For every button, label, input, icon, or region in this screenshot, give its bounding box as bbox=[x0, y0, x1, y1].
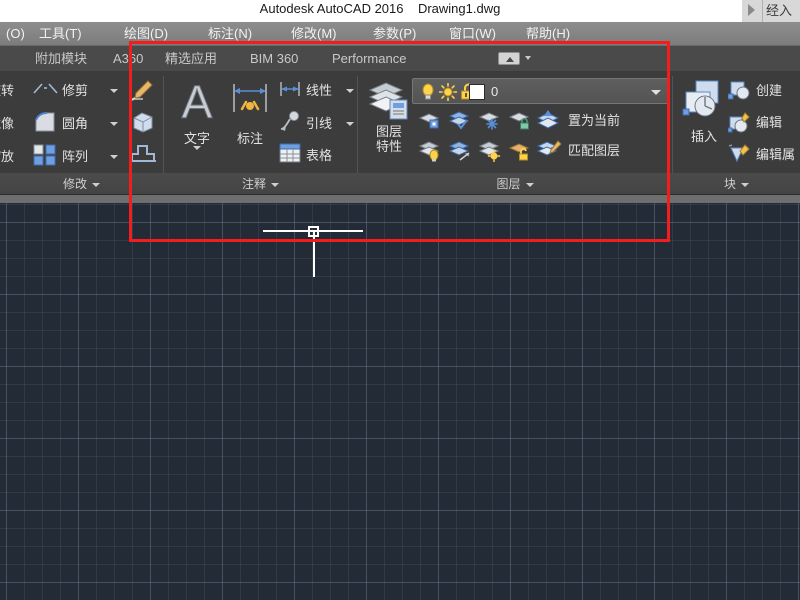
array-icon[interactable] bbox=[32, 143, 58, 167]
trim-icon[interactable] bbox=[32, 80, 58, 98]
leader-label[interactable]: 引线 bbox=[306, 113, 332, 132]
trim-label[interactable]: 修剪 bbox=[62, 80, 88, 99]
layer-color-swatch bbox=[469, 84, 485, 100]
panel-title-annotation[interactable]: 注释 bbox=[164, 173, 357, 195]
crosshair-pickbox bbox=[308, 226, 319, 237]
panel-title-block-label: 块 bbox=[723, 177, 736, 191]
match-layer-label[interactable]: 匹配图层 bbox=[568, 140, 620, 159]
chevron-down-icon[interactable] bbox=[271, 182, 279, 187]
stretch-icon[interactable] bbox=[130, 142, 156, 164]
divider bbox=[762, 0, 763, 22]
array-label[interactable]: 阵列 bbox=[62, 146, 88, 165]
fillet-icon[interactable] bbox=[32, 110, 58, 134]
edit-attribute-icon[interactable] bbox=[728, 144, 752, 166]
panel-title-layers-label: 图层 bbox=[496, 177, 521, 191]
dimension-button-label: 标注 bbox=[236, 131, 263, 146]
tab-performance[interactable]: Performance bbox=[325, 46, 413, 72]
layer-unlock-icon[interactable] bbox=[508, 140, 532, 162]
drawing-canvas[interactable] bbox=[0, 203, 800, 600]
chevron-down-icon[interactable] bbox=[92, 182, 100, 187]
insert-block-button[interactable]: 插入 bbox=[678, 78, 730, 145]
panel-title-annotation-label: 注释 bbox=[241, 177, 266, 191]
menu-item-help[interactable]: 帮助(H) bbox=[520, 22, 576, 46]
menu-item-o[interactable]: (O) bbox=[0, 22, 31, 46]
linear-dim-label[interactable]: 线性 bbox=[306, 80, 332, 99]
set-current-layer-icon[interactable] bbox=[536, 108, 562, 130]
leader-icon[interactable] bbox=[278, 110, 302, 132]
layer-isolate-icon[interactable] bbox=[418, 110, 442, 130]
autocad-window: Autodesk AutoCAD 2016 Drawing1.dwg 经入 (O… bbox=[0, 0, 800, 600]
menu-item-draw[interactable]: 绘图(D) bbox=[118, 22, 174, 46]
match-layer-icon[interactable] bbox=[536, 138, 562, 160]
array-dropdown-icon[interactable] bbox=[110, 155, 118, 159]
title-bar-right-group: 经入 bbox=[742, 0, 800, 22]
lightbulb-icon bbox=[422, 83, 434, 100]
tab-bim360[interactable]: BIM 360 bbox=[243, 46, 305, 72]
layer-lock-icon[interactable] bbox=[508, 110, 532, 130]
table-label[interactable]: 表格 bbox=[306, 145, 332, 164]
erase-block-icon[interactable] bbox=[130, 110, 156, 134]
chevron-down-icon[interactable] bbox=[741, 182, 749, 187]
linear-dim-dropdown-icon[interactable] bbox=[346, 89, 354, 93]
title-bar: Autodesk AutoCAD 2016 Drawing1.dwg 经入 bbox=[0, 0, 800, 22]
fillet-dropdown-icon[interactable] bbox=[110, 122, 118, 126]
edit-block-label[interactable]: 编辑 bbox=[756, 112, 782, 131]
sun-icon bbox=[439, 83, 457, 101]
modify-rotate-label[interactable]: 旋转 bbox=[0, 80, 14, 99]
leader-dropdown-icon[interactable] bbox=[346, 122, 354, 126]
insert-block-label: 插入 bbox=[690, 129, 717, 144]
ribbon-bottom-edge bbox=[0, 195, 800, 203]
chevron-down-icon[interactable] bbox=[525, 182, 534, 187]
layer-turn-on-icon[interactable] bbox=[448, 140, 472, 162]
tab-featured-apps[interactable]: 精选应用 bbox=[158, 46, 224, 72]
panel-title-block[interactable]: 块 bbox=[673, 173, 800, 195]
fillet-label[interactable]: 圆角 bbox=[62, 113, 88, 132]
layer-combo-box[interactable]: 0 bbox=[412, 78, 670, 104]
trim-dropdown-icon[interactable] bbox=[110, 89, 118, 93]
menu-item-parametric[interactable]: 参数(P) bbox=[367, 22, 422, 46]
tab-a360[interactable]: A360 bbox=[106, 46, 150, 72]
text-dropdown-icon[interactable] bbox=[193, 146, 201, 150]
panel-title-modify[interactable]: 修改 bbox=[0, 173, 163, 195]
dimension-button[interactable]: 标注 bbox=[228, 78, 272, 147]
svg-text:A: A bbox=[182, 78, 213, 126]
window-title: Autodesk AutoCAD 2016 Drawing1.dwg bbox=[259, 1, 501, 16]
chevron-down-icon[interactable] bbox=[651, 90, 661, 95]
layer-properties-label: 图层 特性 bbox=[375, 124, 402, 154]
layer-thaw-icon[interactable] bbox=[478, 140, 502, 162]
text-button-label: 文字 bbox=[183, 131, 210, 146]
layer-name: 0 bbox=[491, 84, 499, 99]
table-icon[interactable] bbox=[278, 142, 302, 164]
linear-dim-icon[interactable] bbox=[278, 80, 302, 98]
modify-mirror-label[interactable]: 镜像 bbox=[0, 113, 14, 132]
edit-block-icon[interactable] bbox=[728, 112, 752, 134]
menu-item-modify[interactable]: 修改(M) bbox=[285, 22, 343, 46]
menu-item-window[interactable]: 窗口(W) bbox=[443, 22, 502, 46]
title-bar-right-label[interactable]: 经入 bbox=[766, 0, 800, 22]
create-block-icon[interactable] bbox=[728, 80, 752, 102]
modify-scale-label[interactable]: 缩放 bbox=[0, 146, 14, 165]
ribbon-tab-bar: 附加模块 A360 精选应用 BIM 360 Performance bbox=[0, 46, 800, 72]
layer-properties-button[interactable]: 图层 特性 bbox=[364, 78, 414, 154]
menu-bar: (O) 工具(T) 绘图(D) 标注(N) 修改(M) 参数(P) 窗口(W) … bbox=[0, 22, 800, 46]
panel-title-layers[interactable]: 图层 bbox=[358, 173, 672, 195]
layer-freeze-icon[interactable] bbox=[478, 110, 502, 130]
text-button[interactable]: A 文字 bbox=[172, 78, 222, 147]
right-triangle-icon[interactable] bbox=[748, 4, 755, 16]
panel-dropdown-icon[interactable] bbox=[498, 50, 534, 67]
match-properties-icon[interactable] bbox=[130, 79, 154, 101]
edit-attribute-label[interactable]: 编辑属 bbox=[756, 144, 795, 163]
layer-unisolate-icon[interactable] bbox=[448, 110, 472, 130]
menu-item-dimension[interactable]: 标注(N) bbox=[202, 22, 258, 46]
set-current-layer-label[interactable]: 置为当前 bbox=[568, 110, 620, 129]
panel-title-modify-label: 修改 bbox=[62, 177, 87, 191]
panel-title-bar: 修改 注释 图层 块 bbox=[0, 173, 800, 195]
create-block-label[interactable]: 创建 bbox=[756, 80, 782, 99]
crosshair-cursor-vertical bbox=[313, 231, 315, 277]
menu-item-tools[interactable]: 工具(T) bbox=[33, 22, 88, 46]
layer-off-icon[interactable] bbox=[418, 140, 442, 162]
tab-addins[interactable]: 附加模块 bbox=[28, 46, 94, 72]
